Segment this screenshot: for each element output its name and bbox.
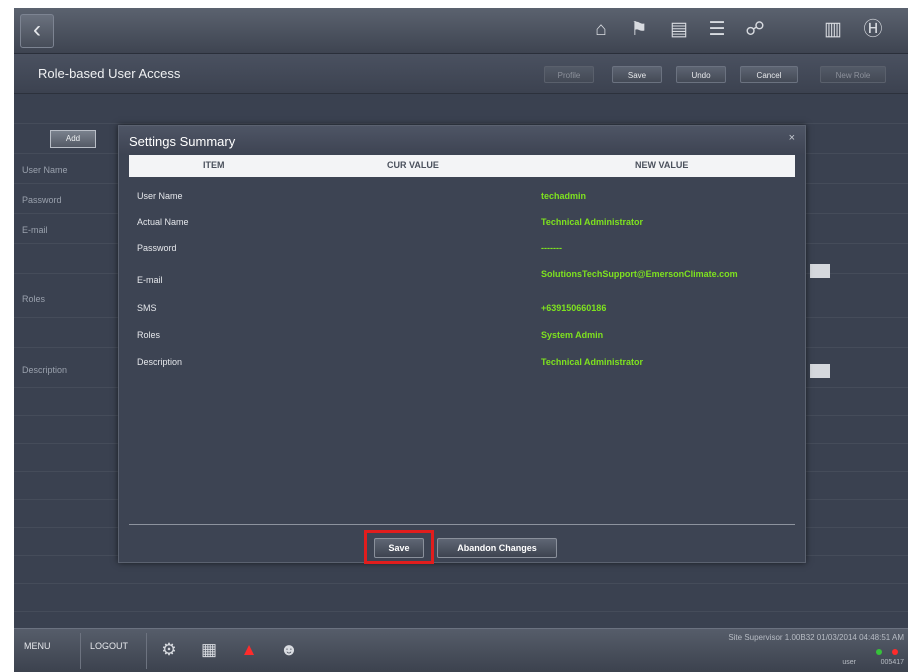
dialog-title: Settings Summary — [129, 134, 236, 149]
close-icon[interactable]: × — [789, 132, 795, 144]
row-item: Password — [137, 243, 177, 253]
status-dot-red — [892, 649, 898, 655]
home-icon[interactable]: ⌂ — [588, 18, 614, 42]
header-save-button[interactable]: Save — [612, 66, 662, 83]
table-row: Description Technical Administrator — [129, 354, 795, 376]
calendar-icon[interactable]: ▦ — [198, 639, 220, 661]
table-row: E-mail SolutionsTechSupport@EmersonClima… — [129, 266, 795, 296]
row-item: E-mail — [137, 275, 163, 285]
email-label: E-mail — [22, 225, 48, 235]
panel-icon[interactable]: ▤ — [666, 18, 692, 42]
summary-table-header: ITEM CUR VALUE NEW VALUE — [129, 155, 795, 177]
users-icon[interactable]: ☻ — [278, 639, 300, 661]
row-new-value: +639150660186 — [541, 303, 607, 313]
undo-button[interactable]: Undo — [676, 66, 726, 83]
roles-label: Roles — [22, 294, 46, 304]
column-header-new-value: NEW VALUE — [635, 160, 689, 170]
status-dot-green — [876, 649, 882, 655]
column-header-cur-value: CUR VALUE — [387, 160, 439, 170]
top-toolbar: ‹ ⌂ ⚑ ▤ ☰ ☍ ▥ Ⓗ — [14, 8, 908, 54]
description-field-edge[interactable] — [810, 364, 830, 378]
flag-icon[interactable]: ⚑ — [626, 18, 652, 42]
table-row: Roles System Admin — [129, 327, 795, 349]
cancel-button[interactable]: Cancel — [740, 66, 798, 83]
email-field-edge[interactable] — [810, 264, 830, 278]
bottom-toolbar: MENU LOGOUT ⚙ ▦ ▲ ☻ Site Supervisor 1.00… — [14, 628, 908, 672]
save-button[interactable]: Save — [374, 538, 424, 558]
page-title: Role-based User Access — [38, 66, 181, 81]
alarm-count: 005417 — [880, 659, 904, 666]
abandon-changes-button[interactable]: Abandon Changes — [437, 538, 557, 558]
row-new-value: System Admin — [541, 330, 604, 340]
book-icon[interactable]: ▥ — [820, 18, 846, 42]
add-button[interactable]: Add — [50, 130, 96, 148]
row-item: Roles — [137, 330, 161, 340]
app-frame: ‹ ⌂ ⚑ ▤ ☰ ☍ ▥ Ⓗ Role-based User Access P… — [14, 8, 908, 672]
table-row: Password ------- — [129, 240, 795, 262]
help-icon[interactable]: Ⓗ — [860, 18, 886, 42]
logout-button[interactable]: LOGOUT — [90, 641, 128, 651]
row-item: Actual Name — [137, 217, 189, 227]
chevron-left-icon: ‹ — [33, 16, 41, 43]
user-label: user — [842, 659, 856, 666]
password-label: Password — [22, 195, 62, 205]
user-name-label: User Name — [22, 165, 68, 175]
dialog-divider — [129, 524, 795, 525]
new-role-button[interactable]: New Role — [820, 66, 886, 83]
menu-button[interactable]: MENU — [24, 641, 51, 651]
site-supervisor-status: Site Supervisor 1.00B32 01/03/2014 04:48… — [728, 633, 904, 642]
row-new-value: techadmin — [541, 191, 587, 201]
table-row: SMS +639150660186 — [129, 300, 795, 322]
column-header-item: ITEM — [203, 160, 225, 170]
table-row: Actual Name Technical Administrator — [129, 214, 795, 236]
form-row — [14, 584, 908, 612]
row-new-value: ------- — [541, 243, 562, 253]
alarm-bell-icon[interactable]: ▲ — [238, 639, 260, 661]
profile-button[interactable]: Profile — [544, 66, 594, 83]
settings-icon[interactable]: ⚙ — [158, 639, 180, 661]
form-row — [14, 94, 908, 124]
back-button[interactable]: ‹ — [20, 14, 54, 48]
table-row: User Name techadmin — [129, 188, 795, 210]
divider — [146, 633, 147, 669]
row-item: User Name — [137, 191, 183, 201]
row-item: Description — [137, 357, 183, 367]
row-new-value: Technical Administrator — [541, 357, 644, 367]
dialog-title-bar: Settings Summary × — [119, 126, 805, 154]
settings-summary-dialog: Settings Summary × ITEM CUR VALUE NEW VA… — [118, 125, 806, 564]
network-icon[interactable]: ☍ — [742, 18, 768, 42]
list-icon[interactable]: ☰ — [704, 18, 730, 42]
divider — [80, 633, 81, 669]
row-item: SMS — [137, 303, 157, 313]
page-header: Role-based User Access Profile Save Undo… — [14, 54, 908, 94]
description-label: Description — [22, 365, 68, 375]
row-new-value: SolutionsTechSupport@EmersonClimate.com — [541, 269, 738, 279]
row-new-value: Technical Administrator — [541, 217, 644, 227]
